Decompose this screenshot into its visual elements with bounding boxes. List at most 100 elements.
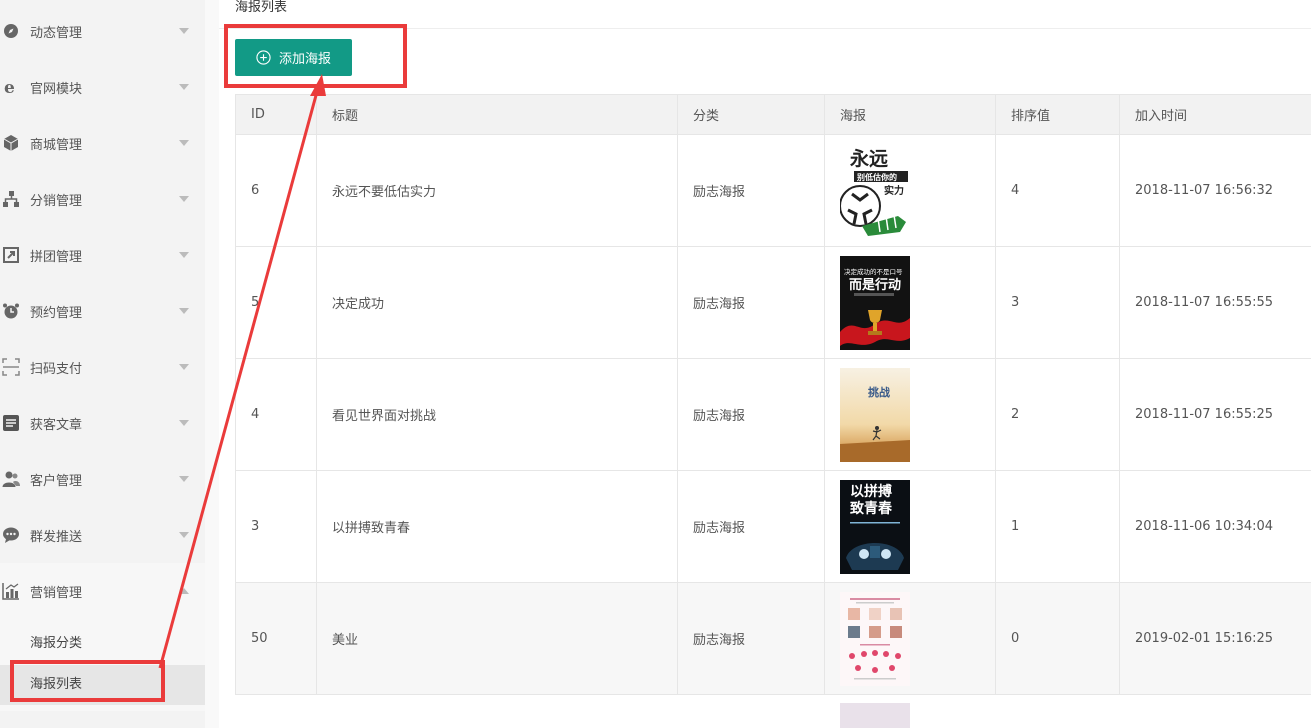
share-square-icon	[2, 246, 20, 264]
poster-text: 永远	[849, 147, 888, 170]
cell-category: 励志海报	[677, 246, 825, 359]
cell-title: 决定成功	[316, 246, 678, 359]
sidebar-item-mall[interactable]: 商城管理	[0, 115, 205, 171]
sidebar: 动态管理 e 官网模块 商城管理 分销管理 拼团管理 预约管理 扫码支付 获客文…	[0, 0, 205, 728]
cell-id: 5	[235, 246, 317, 359]
sidebar-item-customers[interactable]: 客户管理	[0, 451, 205, 507]
cell-category: 励志海报	[677, 358, 825, 471]
sidebar-item-label: 预约管理	[30, 305, 83, 321]
table-row[interactable]: 6 永远不要低估实力 励志海报 永远 别低估你的 实力 4 2018-11-07…	[235, 134, 1311, 247]
chat-icon	[2, 526, 20, 544]
poster-text: 实力	[884, 184, 904, 197]
chevron-down-icon	[179, 252, 189, 258]
column-header-category: 分类	[677, 94, 825, 135]
cell-title: 美业	[316, 582, 678, 695]
sidebar-item-label: 商城管理	[30, 137, 83, 153]
cell-poster: 挑战	[824, 358, 996, 471]
poster-thumbnail[interactable]: 以拼搏 致青春	[840, 479, 910, 574]
poster-thumbnail[interactable]: 永远 别低估你的 实力	[840, 143, 910, 238]
chevron-down-icon	[179, 420, 189, 426]
cell-time: 2018-11-07 16:56:32	[1119, 134, 1311, 247]
sidebar-item-group-buy[interactable]: 拼团管理	[0, 227, 205, 283]
compass-icon	[2, 22, 20, 40]
cell-category: 励志海报	[677, 470, 825, 583]
column-header-time: 加入时间	[1119, 94, 1311, 135]
column-header-title: 标题	[316, 94, 678, 135]
cell-sort: 3	[995, 246, 1120, 359]
sidebar-item-label: 官网模块	[30, 81, 83, 97]
cell-time: 2018-11-07 16:55:25	[1119, 358, 1311, 471]
sidebar-item-broadcast[interactable]: 群发推送	[0, 507, 205, 563]
sidebar-gutter	[205, 0, 219, 728]
sidebar-item-appointment[interactable]: 预约管理	[0, 283, 205, 339]
sidebar-item-label: 群发推送	[30, 529, 83, 545]
sidebar-item-website[interactable]: e 官网模块	[0, 59, 205, 115]
sidebar-item-scan-pay[interactable]: 扫码支付	[0, 339, 205, 395]
users-icon	[2, 470, 20, 488]
table-row[interactable]: 3 以拼搏致青春 励志海报 以拼搏 致青春 1 2018-11-06 10:34…	[235, 470, 1311, 583]
chevron-down-icon	[179, 140, 189, 146]
sidebar-item-marketing[interactable]: 营销管理	[0, 563, 205, 619]
svg-text:e: e	[4, 78, 15, 96]
cell-poster: 决定成功的不是口号 而是行动	[824, 246, 996, 359]
chevron-down-icon	[179, 84, 189, 90]
cell-poster: 永远 别低估你的 实力	[824, 134, 996, 247]
chevron-down-icon	[179, 476, 189, 482]
poster-table: ID 标题 分类 海报 排序值 加入时间 6 永远不要低估实力 励志海报 永远 …	[235, 94, 1311, 695]
cell-title: 永远不要低估实力	[316, 134, 678, 247]
cell-title: 看见世界面对挑战	[316, 358, 678, 471]
column-header-id: ID	[235, 94, 317, 135]
poster-text: 以拼搏	[850, 483, 892, 500]
main-content: 海报列表 添加海报 ID 标题 分类 海报 排序值 加入时间 6 永远不要低估实…	[219, 0, 1311, 728]
sidebar-item-label: 获客文章	[30, 417, 83, 433]
poster-thumbnail-partial	[840, 703, 910, 728]
column-header-sort: 排序值	[995, 94, 1120, 135]
scan-icon	[2, 358, 20, 376]
poster-thumbnail[interactable]	[840, 591, 910, 686]
poster-text: 别低估你的	[856, 172, 897, 182]
cell-sort: 4	[995, 134, 1120, 247]
cell-time: 2019-02-01 15:16:25	[1119, 582, 1311, 695]
chart-icon	[2, 582, 20, 600]
chevron-up-icon	[179, 588, 189, 594]
table-row[interactable]: 50 美业 励志海报 0 2019-02-01 15:16:25	[235, 582, 1311, 695]
highlight-box-poster-list	[10, 660, 165, 702]
sidebar-item-label: 扫码支付	[30, 361, 83, 377]
column-header-poster: 海报	[824, 94, 996, 135]
cell-poster	[824, 582, 996, 695]
ie-icon: e	[2, 78, 20, 96]
poster-thumbnail[interactable]: 挑战	[840, 367, 910, 462]
sidebar-item-distribution[interactable]: 分销管理	[0, 171, 205, 227]
sidebar-item-label: 营销管理	[30, 585, 83, 601]
cell-sort: 0	[995, 582, 1120, 695]
sidebar-subitem-poster-category[interactable]: 海报分类	[0, 624, 205, 664]
poster-text: 而是行动	[849, 277, 901, 293]
chevron-down-icon	[179, 364, 189, 370]
alarm-clock-icon	[2, 302, 20, 320]
cell-category: 励志海报	[677, 582, 825, 695]
chevron-down-icon	[179, 532, 189, 538]
sitemap-icon	[2, 190, 20, 208]
sidebar-item-label: 动态管理	[30, 25, 83, 41]
cell-sort: 1	[995, 470, 1120, 583]
cell-id: 4	[235, 358, 317, 471]
cell-time: 2018-11-07 16:55:55	[1119, 246, 1311, 359]
cell-category: 励志海报	[677, 134, 825, 247]
cell-id: 50	[235, 582, 317, 695]
sidebar-item-articles[interactable]: 获客文章	[0, 395, 205, 451]
sidebar-item-label: 拼团管理	[30, 249, 83, 265]
chevron-down-icon	[179, 196, 189, 202]
table-header-row: ID 标题 分类 海报 排序值 加入时间	[235, 94, 1311, 135]
table-row[interactable]: 5 决定成功 励志海报 决定成功的不是口号 而是行动 3 2018-11-07 …	[235, 246, 1311, 359]
poster-thumbnail[interactable]: 决定成功的不是口号 而是行动	[840, 255, 910, 350]
table-row[interactable]: 4 看见世界面对挑战 励志海报 挑战 2 2018-11-07 16:55:25	[235, 358, 1311, 471]
sidebar-item-label: 分销管理	[30, 193, 83, 209]
chevron-down-icon	[179, 308, 189, 314]
cell-title: 以拼搏致青春	[316, 470, 678, 583]
cell-id: 6	[235, 134, 317, 247]
poster-text: 挑战	[868, 385, 890, 399]
sidebar-item-dynamic[interactable]: 动态管理	[0, 3, 205, 59]
chevron-down-icon	[179, 28, 189, 34]
cell-id: 3	[235, 470, 317, 583]
cube-icon	[2, 134, 20, 152]
